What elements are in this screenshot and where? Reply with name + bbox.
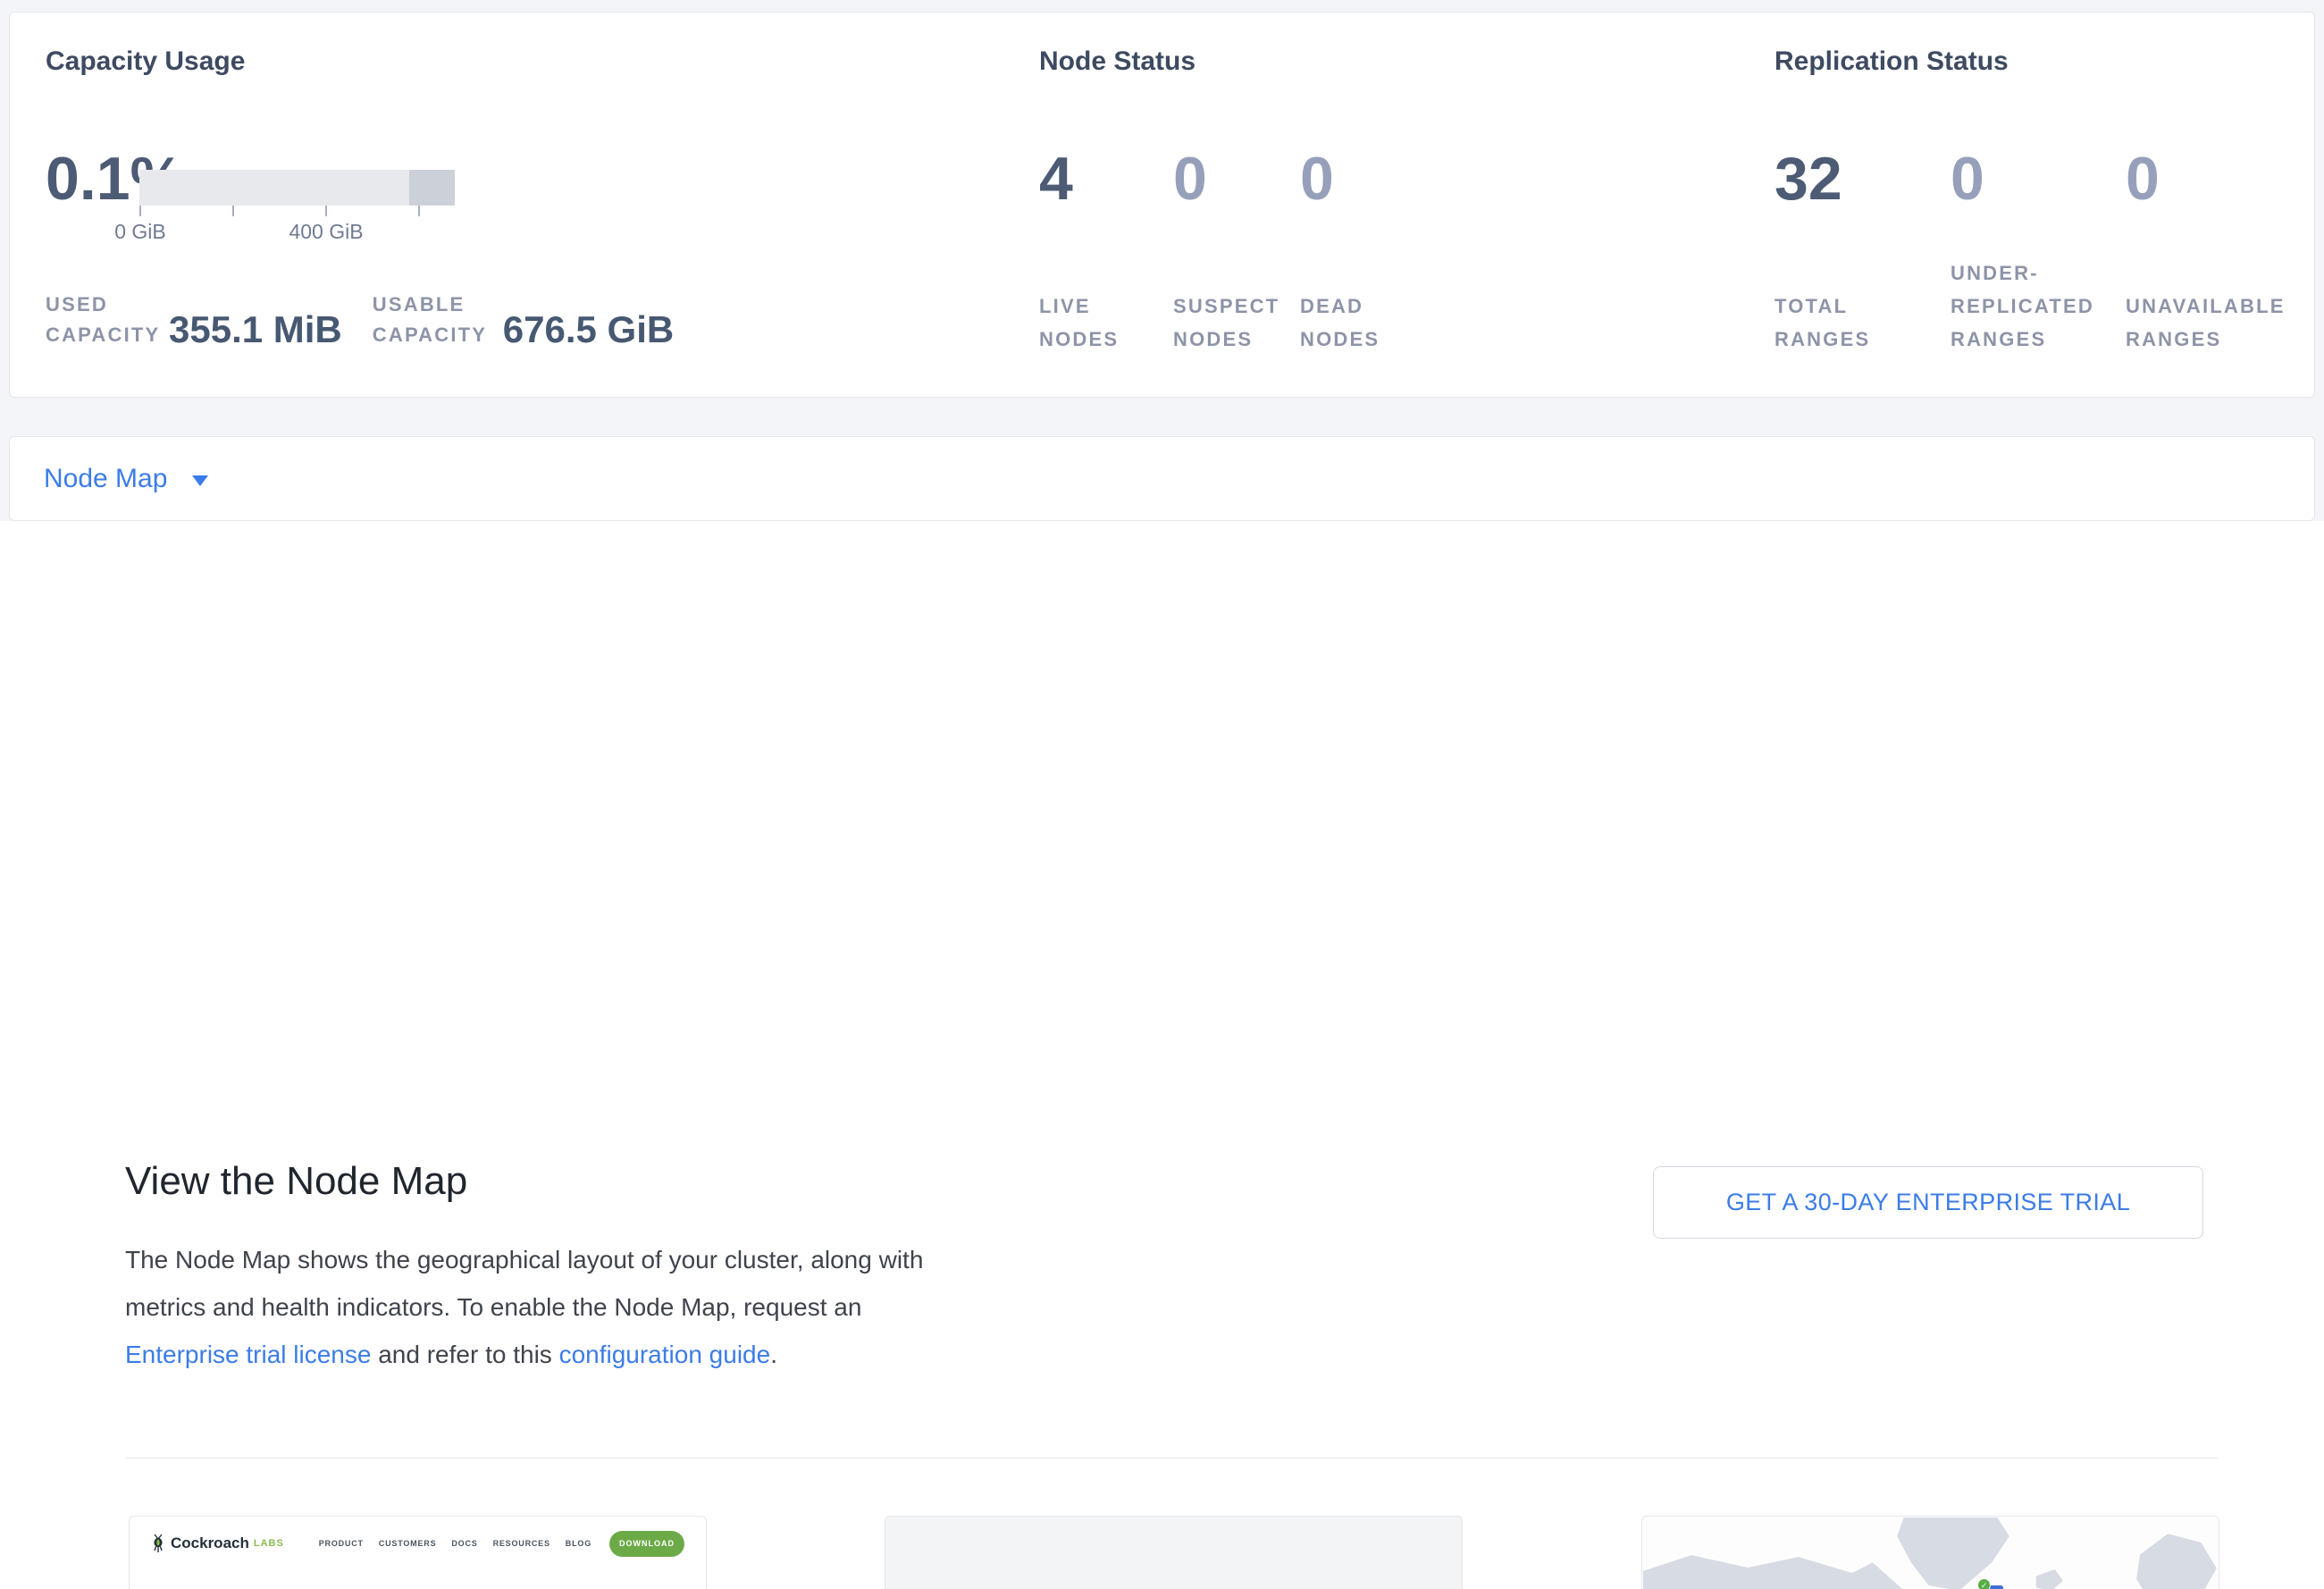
- dead-nodes-value: 0: [1300, 148, 1407, 209]
- capacity-axis-tick: [232, 206, 234, 216]
- world-map-image: [1642, 1517, 2219, 1589]
- section-description: The Node Map shows the geographical layo…: [125, 1236, 974, 1378]
- replication-status-title: Replication Status: [1774, 46, 2009, 77]
- step-1-card: Cockroach LABS PRODUCT CUSTOMERS DOCS RE…: [129, 1516, 707, 1589]
- cluster-overview-page: Capacity Usage 0.1% 0 GiB 400 GiB USED C…: [0, 0, 2324, 1589]
- total-ranges-label: TOTAL RANGES: [1774, 290, 1891, 356]
- dead-nodes-stat: 0 DEAD NODES: [1300, 148, 1407, 361]
- unavailable-ranges-stat: 0 UNAVAILABLE RANGES: [2126, 148, 2295, 361]
- cockroach-bug-icon: [151, 1534, 165, 1553]
- description-text: .: [770, 1341, 777, 1368]
- dead-nodes-label: DEAD NODES: [1300, 290, 1407, 356]
- suspect-nodes-label: SUSPECT NODES: [1173, 290, 1289, 356]
- mini-nav-product: PRODUCT: [319, 1539, 364, 1548]
- cluster-summary-bar: Capacity Usage 0.1% 0 GiB 400 GiB USED C…: [9, 12, 2315, 398]
- caret-down-icon[interactable]: [192, 475, 208, 486]
- suspect-nodes-value: 0: [1173, 148, 1289, 209]
- section-title: View the Node Map: [125, 1159, 467, 1204]
- description-text: The Node Map shows the geographical layo…: [125, 1246, 923, 1321]
- section-divider: [125, 1458, 2218, 1459]
- total-ranges-stat: 32 TOTAL RANGES: [1774, 148, 1891, 361]
- get-enterprise-trial-button[interactable]: GET A 30-DAY ENTERPRISE TRIAL: [1653, 1166, 2203, 1239]
- live-nodes-value: 4: [1039, 148, 1164, 209]
- under-replicated-ranges-value: 0: [1951, 148, 2102, 209]
- used-capacity-label: USED CAPACITY: [46, 290, 153, 350]
- usable-capacity-value: 676.5 GiB: [503, 311, 674, 349]
- capacity-bar-reserved-segment: [409, 170, 455, 206]
- view-selector-bar: Node Map: [9, 436, 2315, 521]
- enterprise-trial-license-link[interactable]: Enterprise trial license: [125, 1341, 371, 1368]
- total-ranges-value: 32: [1774, 148, 1891, 209]
- mini-nav-docs: DOCS: [451, 1539, 477, 1548]
- healthy-badge-icon: ✓: [1977, 1578, 1991, 1589]
- mini-nav-blog: BLOG: [566, 1539, 591, 1548]
- configuration-guide-link[interactable]: configuration guide: [559, 1341, 771, 1368]
- mini-download-button: DOWNLOAD: [609, 1531, 684, 1557]
- mini-nav-resources: RESOURCES: [493, 1539, 550, 1548]
- node-status-title: Node Status: [1039, 46, 1196, 77]
- live-nodes-label: LIVE NODES: [1039, 290, 1164, 356]
- capacity-usage-title: Capacity Usage: [46, 46, 245, 77]
- capacity-axis-tick: [139, 206, 141, 216]
- live-nodes-stat: 4 LIVE NODES: [1039, 148, 1164, 361]
- locality-name: geo=ams: [2013, 1585, 2062, 1589]
- map-node-ams: ✓ geo=ams 1 Node 10% CAPACITY: [1984, 1585, 2091, 1589]
- capacity-axis-label-400: 400 GiB: [289, 220, 363, 244]
- used-capacity-value: 355.1 MiB: [169, 311, 342, 349]
- suspect-nodes-stat: 0 SUSPECT NODES: [1173, 148, 1289, 361]
- capacity-values-row: USED CAPACITY 355.1 MiB USABLE CAPACITY …: [46, 290, 704, 354]
- node-map-dropdown[interactable]: Node Map: [44, 464, 167, 494]
- cockroach-labs-logo: Cockroach LABS: [151, 1534, 284, 1553]
- capacity-axis-label-0: 0 GiB: [114, 220, 166, 244]
- mini-site-nav-links: PRODUCT CUSTOMERS DOCS RESOURCES BLOG: [319, 1539, 591, 1548]
- mini-site-nav: Cockroach LABS PRODUCT CUSTOMERS DOCS RE…: [130, 1517, 706, 1570]
- trial-license-site-screenshot: Cockroach LABS PRODUCT CUSTOMERS DOCS RE…: [130, 1517, 706, 1589]
- mini-nav-customers: CUSTOMERS: [379, 1539, 437, 1548]
- unavailable-ranges-value: 0: [2126, 148, 2295, 209]
- ams-header: ✓ geo=ams 1 Node: [1984, 1585, 2091, 1589]
- capacity-axis-tick: [418, 206, 420, 216]
- under-replicated-ranges-stat: 0 UNDER-REPLICATED RANGES: [1951, 148, 2102, 361]
- mini-logo-suffix: LABS: [254, 1538, 284, 1549]
- step-2-card: > SET CLUSTER SETTING CLUSTER.ORGANIZATI…: [885, 1516, 1463, 1589]
- usable-capacity-label: USABLE CAPACITY: [373, 290, 487, 350]
- unavailable-ranges-label: UNAVAILABLE RANGES: [2126, 290, 2295, 356]
- under-replicated-ranges-label: UNDER-REPLICATED RANGES: [1951, 256, 2102, 356]
- mini-logo-text: Cockroach: [171, 1534, 249, 1552]
- step-3-card: 1 geo=sfo 2 Nodes 9% CAPACITY: [1641, 1516, 2219, 1589]
- capacity-axis-tick: [325, 206, 327, 216]
- node-map-promo-section: View the Node Map The Node Map shows the…: [0, 521, 2324, 1589]
- node-map-preview: 1 geo=sfo 2 Nodes 9% CAPACITY: [1642, 1517, 2219, 1589]
- sql-commands-snippet: > SET CLUSTER SETTING CLUSTER.ORGANIZATI…: [885, 1517, 1462, 1589]
- capacity-bar-chart: [139, 170, 455, 206]
- description-text: and refer to this: [371, 1341, 558, 1368]
